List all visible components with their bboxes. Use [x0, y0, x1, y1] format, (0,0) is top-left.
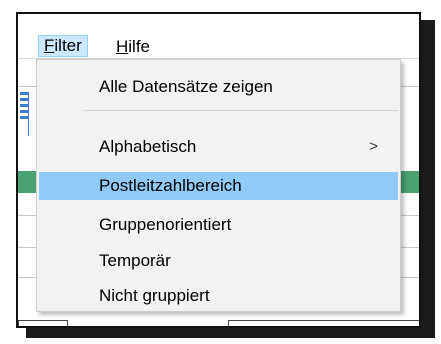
- menu-filter-mnemonic: F: [44, 36, 55, 55]
- menu-item-nicht-gruppiert[interactable]: Nicht gruppiert: [39, 282, 398, 310]
- filter-dropdown-menu: Alle Datensätze zeigen Alphabetisch > Po…: [36, 59, 401, 312]
- chevron-right-icon: >: [369, 138, 378, 155]
- menu-item-label: Temporär: [99, 251, 171, 270]
- app-window: Filter Hilfe Alle Datensätze zeigen Alph…: [16, 12, 421, 328]
- menu-item-label: Alphabetisch: [99, 137, 197, 156]
- menu-separator: [83, 110, 398, 111]
- menu-item-alle-datensaetze-zeigen[interactable]: Alle Datensätze zeigen: [39, 73, 398, 101]
- list-view-icon: [20, 92, 29, 136]
- menu-filter[interactable]: Filter: [38, 35, 88, 57]
- background-field: [228, 320, 419, 326]
- menu-help-mnemonic: H: [116, 37, 129, 56]
- menu-help[interactable]: Hilfe: [111, 36, 155, 58]
- window-shadow-bottom: [26, 328, 435, 338]
- menu-item-temporaer[interactable]: Temporär: [39, 247, 398, 275]
- menu-help-label: ilfe: [128, 37, 151, 56]
- menu-item-label: Alle Datensätze zeigen: [99, 77, 273, 96]
- menu-bar: Filter Hilfe: [18, 14, 419, 59]
- menu-filter-label: ilter: [54, 36, 82, 55]
- menu-item-postleitzahlbereich[interactable]: Postleitzahlbereich: [39, 172, 398, 200]
- menu-item-alphabetisch[interactable]: Alphabetisch >: [39, 133, 398, 161]
- background-field: [18, 320, 68, 326]
- menu-item-label: Gruppenorientiert: [99, 215, 232, 234]
- menu-item-label: Postleitzahlbereich: [99, 176, 242, 195]
- menu-item-label: Nicht gruppiert: [99, 286, 210, 305]
- window-shadow-right: [421, 20, 435, 336]
- screenshot-frame: Filter Hilfe Alle Datensätze zeigen Alph…: [0, 0, 441, 344]
- menu-item-gruppenorientiert[interactable]: Gruppenorientiert: [39, 211, 398, 239]
